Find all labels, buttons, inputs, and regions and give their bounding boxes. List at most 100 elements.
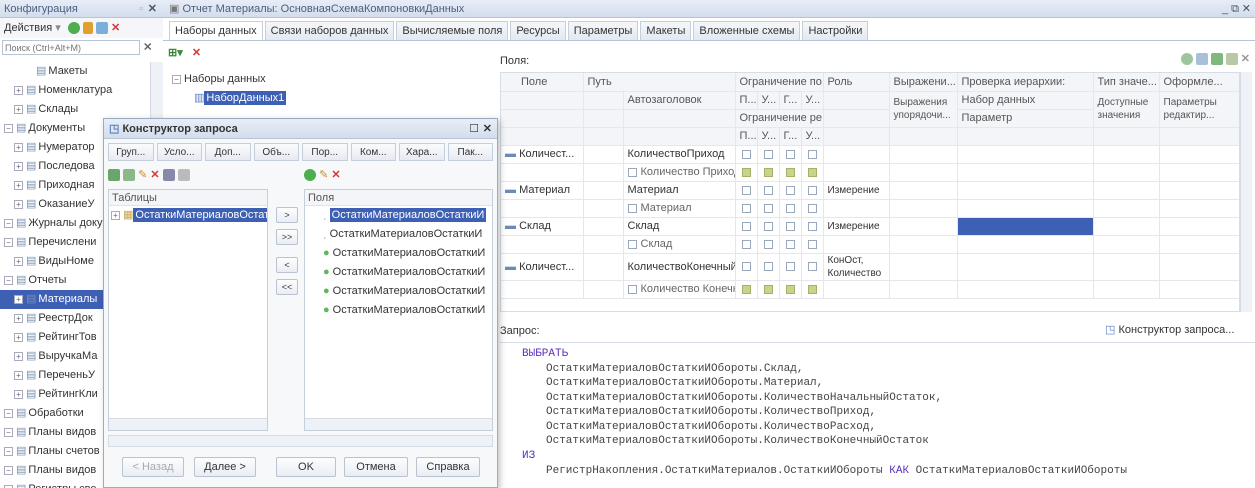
query-builder-link[interactable]: ◳ Конструктор запроса...: [1105, 323, 1234, 336]
restriction-checkbox[interactable]: [763, 239, 773, 249]
dataset-item[interactable]: НаборДанных1: [204, 91, 287, 105]
table-row[interactable]: ▬ Материал Материал Измерение: [501, 181, 1239, 200]
col-value-type[interactable]: Тип значе...: [1093, 73, 1160, 92]
role-cell[interactable]: Измерение: [823, 181, 890, 200]
restriction-checkbox[interactable]: [807, 221, 817, 231]
col-hier-check[interactable]: Проверка иерархии:: [957, 73, 1094, 92]
query-editor[interactable]: ВЫБРАТЬ ОстаткиМатериаловОстаткиИОбороты.…: [500, 342, 1255, 488]
restriction-checkbox[interactable]: [807, 239, 817, 249]
expand-toggle[interactable]: +: [14, 370, 23, 380]
expand-toggle[interactable]: −: [4, 427, 13, 437]
restriction-checkbox[interactable]: [763, 185, 773, 195]
dialog-field-item[interactable]: ● ОстаткиМатериаловОстаткиИ: [305, 244, 492, 263]
move-button[interactable]: >>: [276, 229, 298, 245]
add-field-icon[interactable]: [1210, 53, 1223, 66]
restriction-checkbox[interactable]: [807, 185, 817, 195]
expand-toggle[interactable]: +: [14, 180, 23, 190]
dialog-close-icon[interactable]: ✕: [483, 119, 492, 139]
replace-table-icon[interactable]: [177, 169, 190, 182]
autotitle-checkbox[interactable]: [627, 284, 637, 294]
restriction-checkbox[interactable]: [785, 239, 795, 249]
actions-menu[interactable]: Действия: [4, 22, 52, 34]
copy-field-icon[interactable]: [1195, 53, 1208, 66]
dialog-tab[interactable]: Пак...: [447, 143, 493, 161]
clear-search-icon[interactable]: ✕: [143, 42, 152, 54]
dialog-maximize-icon[interactable]: ☐: [469, 119, 479, 139]
dialog-tab[interactable]: Хара...: [399, 143, 445, 161]
delete-table-icon[interactable]: ✕: [150, 169, 159, 181]
restriction-checkbox[interactable]: [807, 149, 817, 159]
expand-toggle[interactable]: +: [14, 142, 23, 152]
col-path[interactable]: Путь: [583, 73, 736, 92]
add-query-icon[interactable]: [123, 169, 136, 182]
restriction-checkbox[interactable]: [785, 221, 795, 231]
fields-scrollbar[interactable]: [1240, 72, 1252, 312]
dialog-tab[interactable]: Ком...: [350, 143, 396, 161]
autotitle-checkbox[interactable]: [627, 239, 637, 249]
move-button[interactable]: <: [276, 257, 298, 273]
dialog-field-item[interactable]: ● ОстаткиМатериаловОстаткиИ: [305, 263, 492, 282]
restriction-checkbox[interactable]: [785, 203, 795, 213]
restriction-checkbox[interactable]: [807, 284, 817, 294]
restriction-checkbox[interactable]: [763, 262, 773, 272]
report-tab[interactable]: Связи наборов данных: [264, 21, 395, 40]
delete-field-icon[interactable]: ✕: [1241, 53, 1250, 65]
expand-toggle[interactable]: +: [14, 85, 23, 95]
expand-toggle[interactable]: +: [14, 313, 23, 323]
expand-toggle[interactable]: +: [14, 161, 23, 171]
dialog-tab[interactable]: Груп...: [108, 143, 154, 161]
autotitle-checkbox[interactable]: [627, 167, 637, 177]
restriction-checkbox[interactable]: [785, 185, 795, 195]
role-cell[interactable]: Измерение: [823, 217, 890, 236]
folder-icon[interactable]: [1225, 53, 1238, 66]
role-cell[interactable]: [823, 145, 890, 164]
ok-button[interactable]: OK: [276, 457, 336, 477]
dialog-tab[interactable]: Объ...: [253, 143, 299, 161]
report-tab[interactable]: Настройки: [802, 21, 869, 40]
maximize-icon[interactable]: _ ⧉: [1222, 0, 1239, 18]
edit-dialog-field-icon[interactable]: ✎: [319, 169, 328, 181]
delete-dataset-icon[interactable]: ✕: [192, 47, 201, 59]
restriction-checkbox[interactable]: [763, 221, 773, 231]
restriction-checkbox[interactable]: [741, 284, 751, 294]
copy-icon[interactable]: [95, 22, 108, 35]
restriction-checkbox[interactable]: [763, 284, 773, 294]
report-close-icon[interactable]: ✕: [1242, 0, 1251, 18]
restriction-checkbox[interactable]: [763, 149, 773, 159]
restriction-checkbox[interactable]: [741, 221, 751, 231]
col-role[interactable]: Роль: [823, 73, 890, 92]
help-button[interactable]: Справка: [416, 457, 480, 477]
expand-toggle[interactable]: +: [14, 104, 23, 114]
table-row[interactable]: Количество Приход: [501, 163, 1239, 182]
expand-toggle[interactable]: +: [14, 199, 23, 209]
hier-check-cell[interactable]: [957, 145, 1094, 164]
config-search-input[interactable]: [2, 40, 140, 55]
tables-hscroll[interactable]: [109, 418, 267, 430]
restriction-checkbox[interactable]: [741, 203, 751, 213]
expand-toggle[interactable]: −: [4, 123, 13, 133]
expand-toggle[interactable]: +: [14, 332, 23, 342]
close-icon[interactable]: ✕: [148, 0, 157, 18]
table-row[interactable]: ▬ Количест... КоличествоПриход: [501, 145, 1239, 164]
report-tab[interactable]: Вложенные схемы: [693, 21, 801, 40]
cancel-button[interactable]: Отмена: [344, 457, 408, 477]
config-tree-item[interactable]: + ▤ Номенклатура: [0, 81, 150, 100]
delete-icon[interactable]: ✕: [111, 22, 120, 34]
autotitle-checkbox[interactable]: [627, 203, 637, 213]
restriction-checkbox[interactable]: [785, 262, 795, 272]
expand-toggle[interactable]: +: [14, 389, 23, 399]
table-row[interactable]: Склад: [501, 235, 1239, 254]
table-row[interactable]: Количество Конечн...: [501, 280, 1239, 299]
add-dialog-field-icon[interactable]: [304, 169, 316, 182]
fields-hscroll[interactable]: [305, 418, 492, 430]
report-tab[interactable]: Макеты: [640, 21, 692, 40]
role-cell[interactable]: КонОст, Количество: [823, 253, 890, 281]
table-row[interactable]: Материал: [501, 199, 1239, 218]
expand-toggle[interactable]: −: [4, 237, 13, 247]
globe-icon[interactable]: [1180, 53, 1193, 66]
col-expression[interactable]: Выражени...: [889, 73, 958, 92]
path-cell[interactable]: КоличествоПриход: [623, 145, 736, 164]
delete-dialog-field-icon[interactable]: ✕: [331, 169, 340, 181]
expand-toggle[interactable]: −: [4, 275, 13, 285]
tables-hscroll-2[interactable]: [108, 435, 493, 447]
